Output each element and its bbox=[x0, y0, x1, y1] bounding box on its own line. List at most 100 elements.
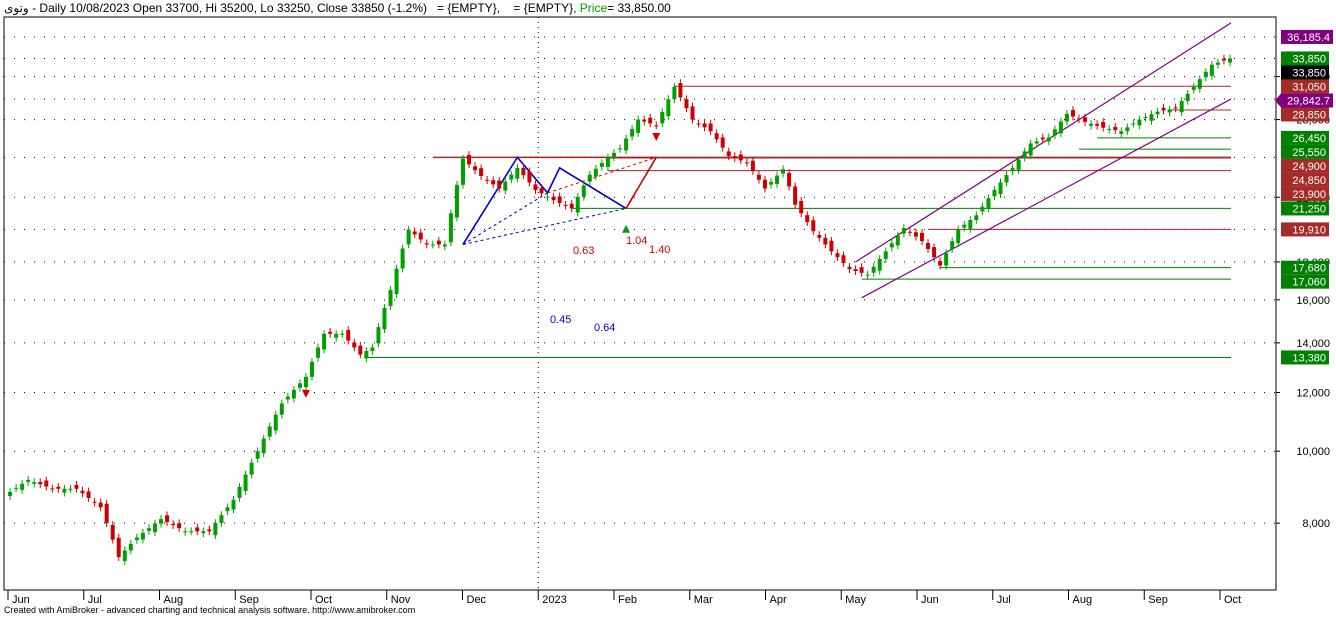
candle-body bbox=[1052, 129, 1057, 136]
candle-body bbox=[630, 128, 635, 137]
candle-body bbox=[545, 196, 550, 198]
candle-body bbox=[593, 168, 598, 177]
ratio-label: 0.63 bbox=[573, 245, 594, 257]
candle-body bbox=[1155, 111, 1160, 115]
candle-body bbox=[86, 491, 91, 498]
candle-body bbox=[769, 182, 774, 185]
candle-body bbox=[382, 307, 387, 330]
candle-body bbox=[14, 487, 19, 489]
candle-body bbox=[92, 501, 97, 503]
candle-body bbox=[273, 414, 278, 431]
candle-body bbox=[575, 196, 580, 213]
candle-body bbox=[672, 86, 677, 100]
candle-body bbox=[1064, 113, 1069, 122]
candle-body bbox=[346, 330, 351, 341]
candle-body bbox=[485, 179, 490, 181]
candle-body bbox=[660, 111, 665, 124]
buy-arrow-icon bbox=[622, 224, 631, 233]
candle-body bbox=[442, 244, 447, 247]
ratio-label: 0.45 bbox=[550, 314, 571, 326]
ratio-label: 0.64 bbox=[594, 322, 615, 334]
candle-body bbox=[1131, 123, 1136, 125]
pattern-leg-red bbox=[625, 156, 657, 209]
x-tick-label: May bbox=[845, 594, 866, 606]
candle-body bbox=[285, 396, 290, 400]
candle-body bbox=[1191, 86, 1196, 90]
candle-body bbox=[913, 232, 918, 237]
price-labels: 36,185.4 33,850 33,850 31,050 29,842.7 28,850… bbox=[1275, 29, 1333, 365]
candle-body bbox=[1004, 175, 1009, 183]
candle-body bbox=[1179, 100, 1184, 113]
candle-body bbox=[919, 232, 924, 242]
candle-body bbox=[364, 351, 369, 359]
candle-body bbox=[279, 403, 284, 415]
candle-body bbox=[80, 490, 85, 494]
candle-body bbox=[1215, 62, 1220, 65]
candle-body bbox=[44, 480, 49, 487]
candle-body bbox=[805, 215, 810, 223]
candle-body bbox=[932, 247, 937, 258]
candle-body bbox=[32, 482, 37, 484]
ratio-label: 1.04 bbox=[626, 235, 647, 247]
candle-body bbox=[1034, 141, 1039, 144]
candle-body bbox=[243, 474, 248, 492]
candle-body bbox=[1046, 137, 1051, 142]
candle-body bbox=[473, 166, 478, 171]
candle-body bbox=[835, 253, 840, 258]
candle-body bbox=[328, 331, 333, 334]
candle-body bbox=[799, 200, 804, 214]
candle-body bbox=[980, 206, 985, 212]
x-tick-label: Aug bbox=[1073, 594, 1093, 606]
candle-body bbox=[1203, 71, 1208, 78]
candle-body bbox=[732, 156, 737, 159]
candle-body bbox=[394, 268, 399, 295]
candle-body bbox=[1125, 127, 1130, 132]
pattern-dash bbox=[462, 192, 548, 245]
candle-body bbox=[889, 243, 894, 248]
y-tick-label: 16,000 bbox=[1296, 295, 1330, 307]
candle-body bbox=[684, 99, 689, 109]
y-tick-label: 12,000 bbox=[1296, 388, 1330, 400]
candle-body bbox=[231, 499, 236, 510]
price-label-text: 33,850 bbox=[1292, 53, 1326, 65]
candle-body bbox=[358, 345, 363, 355]
trend-channel bbox=[855, 22, 1232, 299]
candle-body bbox=[551, 196, 556, 201]
candle-body bbox=[956, 229, 961, 244]
x-tick-label: Jun bbox=[921, 594, 939, 606]
candle-body bbox=[50, 488, 55, 490]
candle-body bbox=[406, 229, 411, 245]
candle-body bbox=[1137, 119, 1142, 126]
candle-body bbox=[183, 531, 188, 533]
candle-body bbox=[901, 227, 906, 234]
candle-body bbox=[140, 532, 145, 540]
candle-body bbox=[859, 267, 864, 273]
price-label-text: 17,680 bbox=[1292, 263, 1326, 275]
candle-body bbox=[1101, 121, 1106, 128]
candle-body bbox=[865, 274, 870, 276]
grid bbox=[4, 17, 1276, 590]
candle-body bbox=[539, 188, 544, 194]
candle-body bbox=[998, 182, 1003, 195]
candle-body bbox=[8, 491, 13, 497]
x-tick-label: 2023 bbox=[542, 594, 566, 606]
candle-body bbox=[690, 106, 695, 120]
candle-body bbox=[1089, 123, 1094, 126]
candle-body bbox=[152, 523, 157, 533]
candle-body bbox=[310, 361, 315, 377]
price-chart[interactable]: 8,00010,00012,00014,00016,00018,00022,00… bbox=[0, 0, 1336, 619]
candle-body bbox=[521, 167, 526, 176]
candle-body bbox=[654, 125, 659, 127]
candle-body bbox=[1197, 79, 1202, 89]
candle-body bbox=[618, 148, 623, 150]
candle-body bbox=[340, 333, 345, 335]
candle-body bbox=[1228, 58, 1232, 63]
candle-body bbox=[171, 524, 176, 526]
candle-body bbox=[159, 519, 164, 524]
candle-body bbox=[871, 266, 876, 273]
candle-body bbox=[454, 184, 459, 218]
candle-body bbox=[726, 151, 731, 157]
candle-body bbox=[533, 184, 538, 191]
candle-body bbox=[624, 138, 629, 151]
candle-body bbox=[195, 527, 200, 532]
